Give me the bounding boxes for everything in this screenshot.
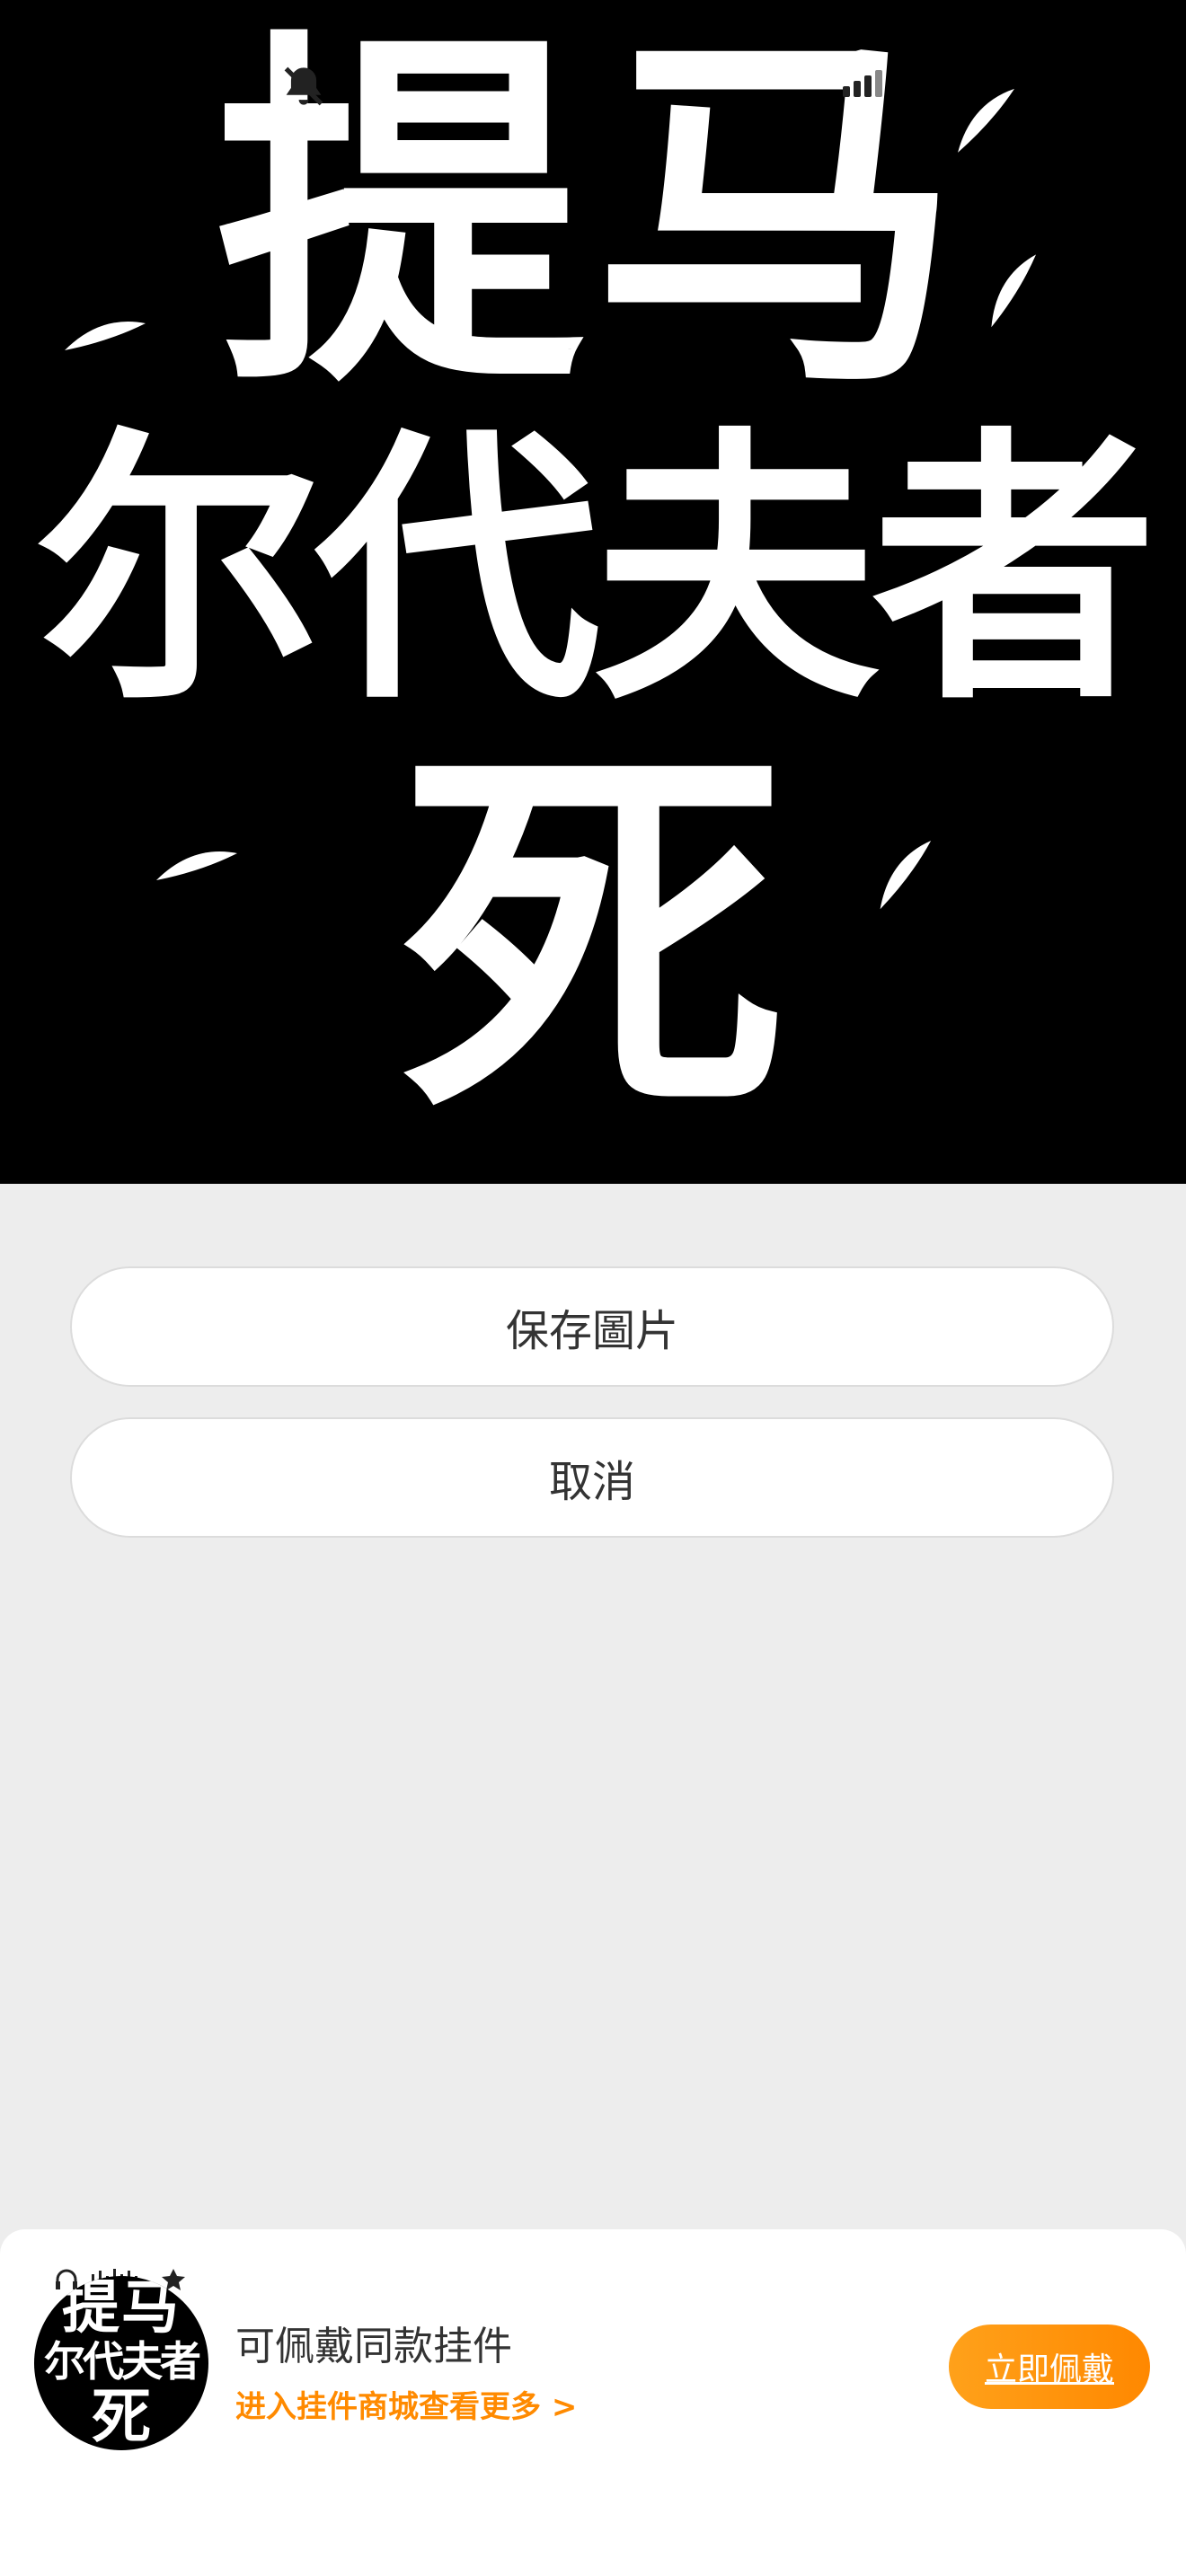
card-title: 可佩戴同款挂件 (235, 2324, 512, 2369)
avatar-line-1: 提马 (62, 2276, 181, 2342)
avatar-line-3: 死 (92, 2381, 151, 2450)
avatar-image: 提马 尔代夫者 死 (34, 2276, 208, 2450)
wear-now-button[interactable]: 立即佩戴 (949, 2325, 1150, 2409)
preview-artwork: 提马 尔代夫者 死 (0, 0, 1186, 1184)
artwork-line-3: 死 (400, 710, 786, 1164)
save-image-button[interactable]: 保存圖片 (70, 1266, 1114, 1387)
artwork-line-2: 尔代夫者 (36, 401, 1157, 737)
bell-slash-icon (284, 66, 323, 106)
signal-icon (843, 70, 882, 97)
pendant-promo-card: 提马 尔代夫者 死 可佩戴同款挂件 进入挂件商城查看更多 > 立即佩戴 (0, 2229, 1186, 2576)
preview-image: 提马 尔代夫者 死 (0, 0, 1186, 1184)
status-bar (0, 54, 1186, 117)
pendant-store-link[interactable]: 进入挂件商城查看更多 > (235, 2382, 577, 2426)
avatar-line-2: 尔代夫者 (44, 2337, 201, 2386)
pendant-avatar[interactable]: 提马 尔代夫者 死 (34, 2262, 208, 2450)
cancel-button[interactable]: 取消 (70, 1417, 1114, 1538)
leaf-decoration-icon (156, 851, 237, 880)
leaf-decoration-icon (65, 322, 146, 350)
